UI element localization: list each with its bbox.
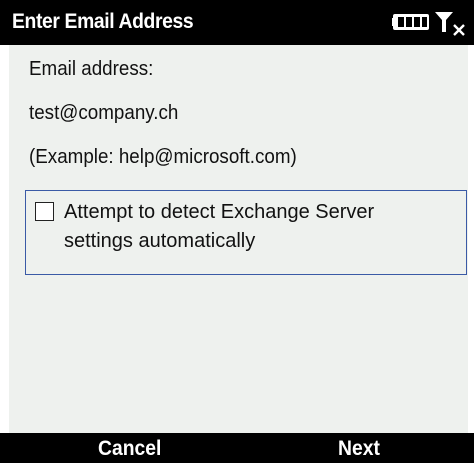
softkey-bar: Cancel Next <box>0 433 474 463</box>
detect-settings-label: Attempt to detect Exchange Server settin… <box>64 198 454 256</box>
email-field[interactable]: test@company.ch <box>29 102 178 125</box>
email-label: Email address: <box>29 58 154 80</box>
status-icons <box>386 8 468 36</box>
cancel-button[interactable]: Cancel <box>98 437 161 461</box>
example-hint: (Example: help@microsoft.com) <box>29 146 297 168</box>
signal-no-service-icon <box>435 12 465 36</box>
form-area: Email address: test@company.ch (Example:… <box>0 45 474 433</box>
phone-screen: Enter Email Address Email address: test@… <box>0 0 474 463</box>
title-bar: Enter Email Address <box>0 0 474 45</box>
detect-settings-label-line1: Attempt to detect Exchange Server <box>64 201 375 223</box>
detect-settings-checkbox[interactable] <box>35 202 54 221</box>
detect-settings-label-line2: settings automatically <box>64 230 256 252</box>
battery-icon <box>392 14 429 30</box>
page-title: Enter Email Address <box>12 10 194 33</box>
detect-settings-checkbox-row[interactable]: Attempt to detect Exchange Server settin… <box>25 190 467 275</box>
next-button[interactable]: Next <box>338 437 380 461</box>
